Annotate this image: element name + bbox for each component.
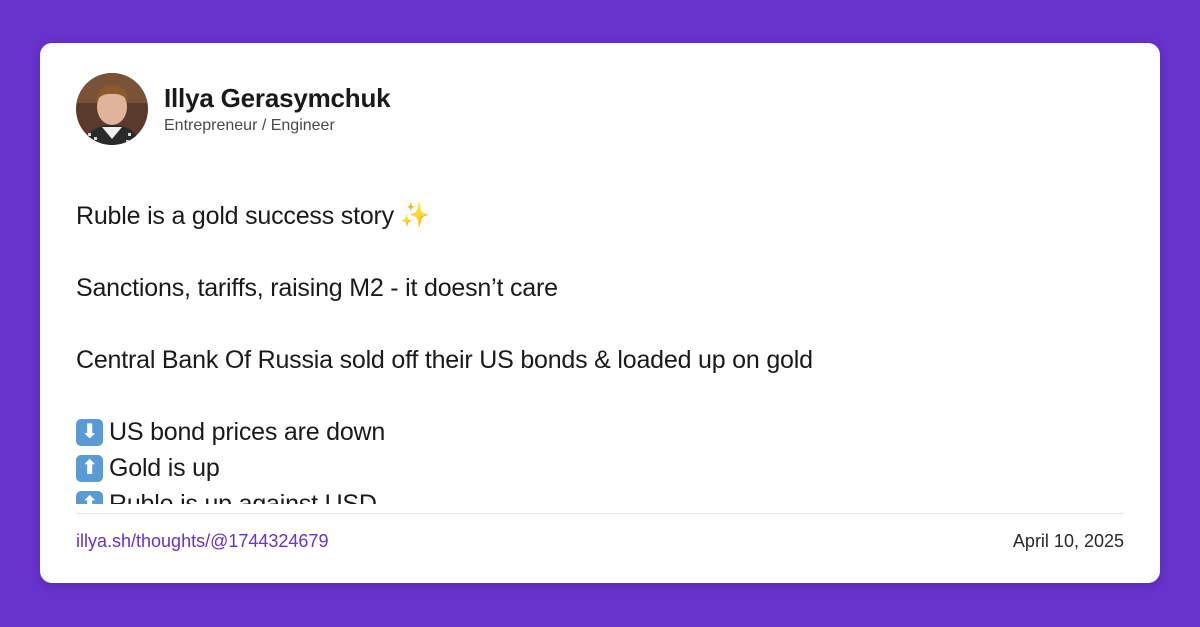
author-role: Entrepreneur / Engineer	[164, 117, 335, 134]
bullet-text: Gold is up	[109, 454, 220, 482]
post-line-1-text: Ruble is a gold success story	[76, 202, 394, 230]
post-header: Illya Gerasymchuk Entrepreneur / Enginee…	[76, 73, 391, 145]
author-block: Illya Gerasymchuk Entrepreneur / Enginee…	[164, 82, 391, 136]
footer-divider	[76, 513, 1124, 514]
up-arrow-icon: ⬆	[76, 454, 103, 482]
author-name[interactable]: Illya Gerasymchuk	[164, 82, 391, 114]
avatar[interactable]	[76, 73, 148, 145]
bullet-text: Ruble is up against USD	[109, 490, 377, 504]
post-line-1: Ruble is a gold success story ✨	[76, 198, 1126, 234]
post-card: Illya Gerasymchuk Entrepreneur / Enginee…	[40, 43, 1160, 583]
post-line-2: Sanctions, tariffs, raising M2 - it does…	[76, 274, 558, 302]
bullet-item: ⬇ US bond prices are down	[76, 414, 1126, 450]
post-date: April 10, 2025	[1012, 531, 1124, 551]
post-body: Ruble is a gold success story ✨ Sanction…	[76, 198, 1126, 504]
down-arrow-icon: ⬇	[76, 418, 103, 446]
bullet-item: ⬆ Ruble is up against USD	[76, 486, 1126, 504]
sparkles-icon: ✨	[399, 202, 430, 229]
bullet-item: ⬆ Gold is up	[76, 450, 1126, 486]
post-line-3: Central Bank Of Russia sold off their US…	[76, 346, 813, 374]
permalink[interactable]: illya.sh/thoughts/@1744324679	[76, 530, 328, 552]
up-arrow-icon: ⬆	[76, 490, 103, 504]
bullet-text: US bond prices are down	[109, 418, 386, 446]
